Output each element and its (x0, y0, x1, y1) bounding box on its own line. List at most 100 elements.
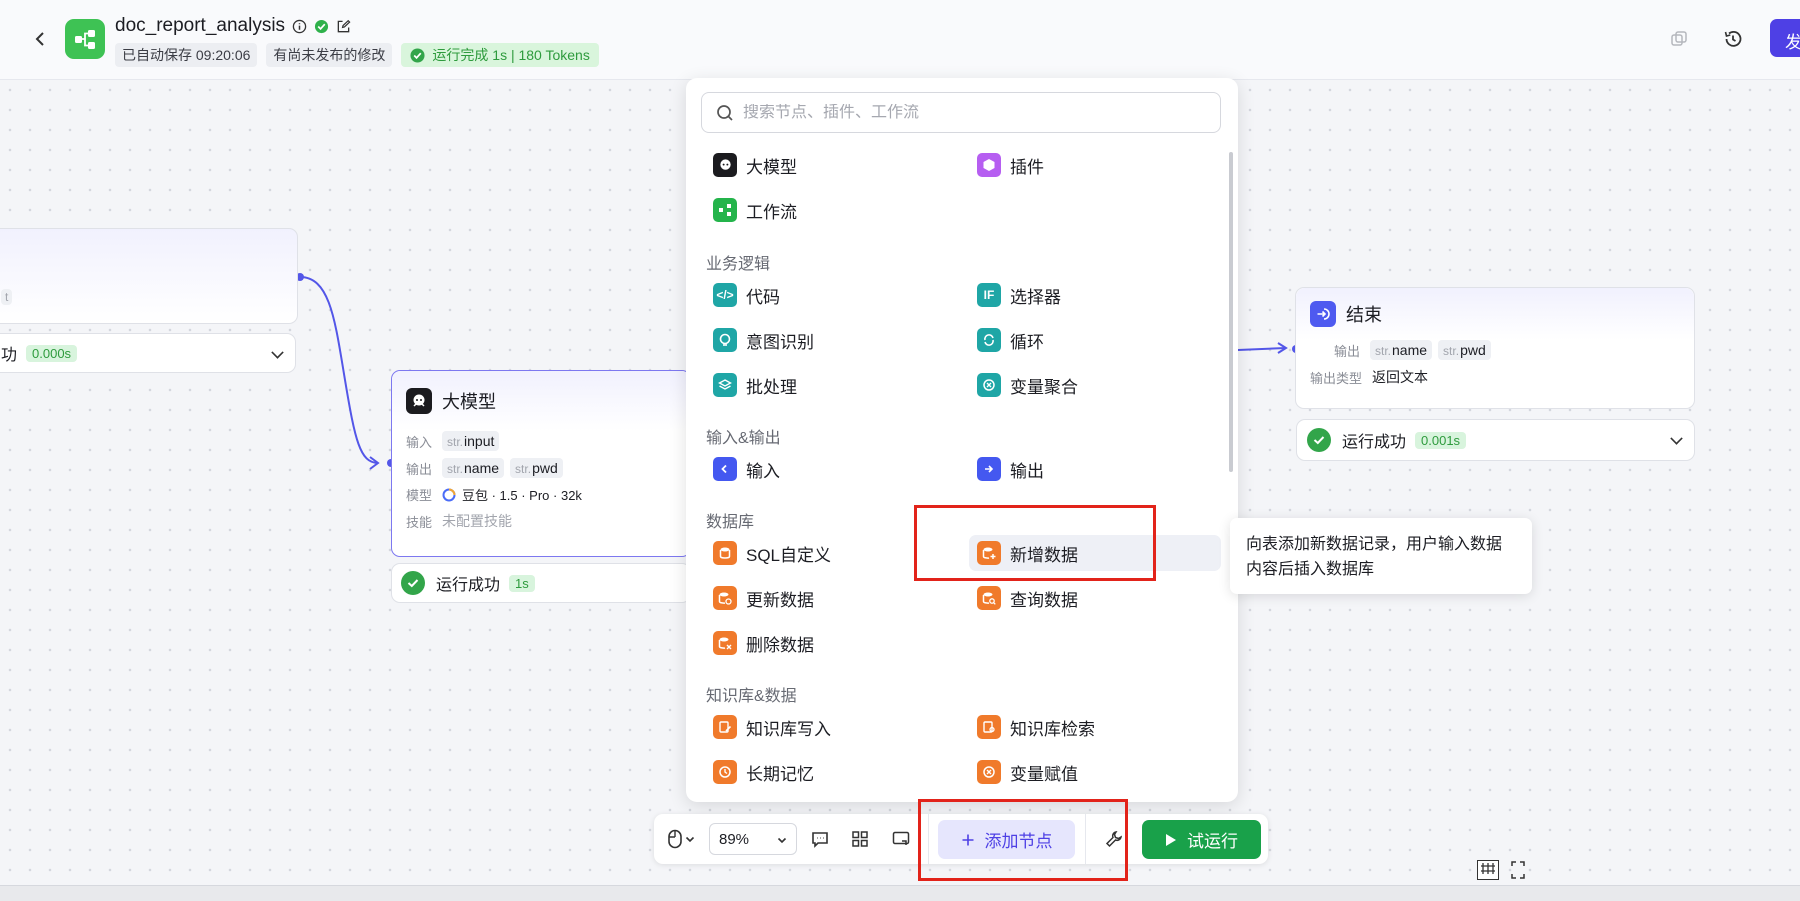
fullscreen-icon[interactable] (1510, 860, 1526, 880)
bottom-status-bar (0, 885, 1800, 901)
output-icon (977, 457, 1001, 481)
top-header: doc_report_analysis 已自动保存 09:20:06 有尚未发布… (0, 0, 1800, 80)
intent-icon (713, 328, 737, 352)
status-text: 运行成功 (436, 577, 501, 594)
section-database: 数据库 (706, 514, 755, 531)
variable-assign-icon (977, 760, 1001, 784)
node-item-input[interactable]: 输入 (705, 451, 957, 487)
workflow-icon (713, 198, 737, 222)
var-tag: t (1, 289, 13, 305)
llm-icon (713, 153, 737, 177)
test-run-button[interactable]: 试运行 (1142, 820, 1261, 859)
item-label: 循环 (1010, 332, 1044, 352)
output-type-label: 输出类型 (1310, 370, 1363, 386)
node-item-selector[interactable]: IF 选择器 (969, 277, 1221, 313)
var-tag: str.pwd (510, 458, 563, 478)
node-item-llm[interactable]: 大模型 (705, 147, 957, 183)
aggregate-icon (977, 373, 1001, 397)
node-item-query-data[interactable]: 查询数据 (969, 580, 1221, 616)
chevron-down-icon[interactable] (271, 346, 284, 359)
run-status-badge[interactable]: 运行完成 1s | 180 Tokens (401, 43, 599, 67)
node-item-loop[interactable]: 循环 (969, 322, 1221, 358)
llm-node[interactable]: 大模型 输入 str.input 输出 str.name str.pwd 模型 豆包 … (391, 370, 691, 557)
time-badge: 1s (509, 574, 535, 592)
output-label: 输出 (1333, 343, 1360, 359)
item-label: SQL自定义 (746, 545, 832, 565)
comment-icon[interactable] (809, 828, 831, 850)
publish-button[interactable]: 发 (1770, 19, 1800, 57)
chevron-left-icon[interactable] (30, 27, 50, 51)
check-circle-icon (1307, 428, 1331, 452)
search-input[interactable] (743, 103, 1183, 122)
knowledge-search-icon (977, 715, 1001, 739)
start-node-status[interactable]: 功 0.000s (0, 333, 296, 373)
minimap-icon[interactable] (890, 828, 912, 850)
node-item-kb-write[interactable]: 知识库写入 (705, 709, 957, 745)
edit-icon[interactable] (336, 19, 351, 34)
node-title: 大模型 (442, 392, 496, 412)
item-label: 删除数据 (746, 635, 814, 655)
node-item-output[interactable]: 输出 (969, 451, 1221, 487)
section-logic: 业务逻辑 (706, 256, 771, 273)
node-item-plugin[interactable]: 插件 (969, 147, 1221, 183)
model-label: 模型 (406, 488, 433, 503)
search-icon (717, 104, 733, 121)
end-icon (1310, 301, 1336, 327)
end-node-status[interactable]: 运行成功 0.001s (1296, 419, 1695, 461)
start-node[interactable]: t (0, 228, 298, 324)
skill-label: 技能 (406, 514, 433, 530)
time-badge: 0.001s (1415, 431, 1467, 449)
output-type-value: 返回文本 (1372, 369, 1428, 385)
item-label: 查询数据 (1010, 590, 1078, 610)
database-delete-icon (713, 631, 737, 655)
llm-node-status[interactable]: 运行成功 1s (391, 563, 691, 603)
node-item-var-assign[interactable]: 变量赋值 (969, 754, 1221, 790)
var-tag: str.name (442, 458, 505, 478)
item-label: 工作流 (746, 202, 797, 222)
info-icon[interactable] (292, 19, 307, 34)
node-title: 结束 (1346, 305, 1382, 325)
output-label: 输出 (406, 461, 433, 477)
history-icon[interactable] (1722, 28, 1744, 50)
node-item-batch[interactable]: 批处理 (705, 367, 957, 403)
item-label: 变量赋值 (1010, 764, 1078, 784)
node-item-update-data[interactable]: 更新数据 (705, 580, 957, 616)
node-item-workflow[interactable]: 工作流 (705, 192, 957, 228)
chevron-down-icon[interactable] (1670, 432, 1683, 445)
item-label: 意图识别 (746, 332, 814, 352)
node-item-var-aggregate[interactable]: 变量聚合 (969, 367, 1221, 403)
item-label: 输入 (746, 461, 780, 481)
node-item-delete-data[interactable]: 删除数据 (705, 625, 957, 661)
llm-icon (406, 388, 432, 414)
model-value: 豆包 · 1.5 · Pro · 32k (462, 488, 582, 503)
copy-icon[interactable] (1668, 28, 1690, 50)
workflow-logo-icon (65, 19, 105, 59)
node-item-long-memory[interactable]: 长期记忆 (705, 754, 957, 790)
panel-scrollbar[interactable] (1229, 152, 1233, 472)
database-update-icon (713, 586, 737, 610)
test-run-label: 试运行 (1187, 832, 1238, 851)
add-node-panel: 大模型 插件 工作流 业务逻辑 </>代码 IF选择器 意图识别 循环 批处理 … (686, 78, 1238, 802)
loop-icon (977, 328, 1001, 352)
item-label: 选择器 (1010, 287, 1061, 307)
node-item-intent[interactable]: 意图识别 (705, 322, 957, 358)
var-tag: str.pwd (1438, 340, 1491, 360)
knowledge-write-icon (713, 715, 737, 739)
node-item-kb-search[interactable]: 知识库检索 (969, 709, 1221, 745)
autosave-badge: 已自动保存 09:20:06 (115, 43, 258, 67)
layout-icon[interactable] (849, 828, 871, 850)
ime-icon[interactable] (1477, 860, 1499, 880)
item-label: 长期记忆 (746, 764, 814, 784)
check-circle-icon (410, 47, 425, 63)
if-icon: IF (977, 283, 1001, 307)
chevron-down-icon[interactable] (684, 828, 696, 850)
end-node[interactable]: 结束 输出 str.name str.pwd 输出类型 返回文本 (1295, 287, 1695, 409)
section-knowledge: 知识库&数据 (706, 688, 797, 705)
database-search-icon (977, 586, 1001, 610)
mouse-icon[interactable] (664, 828, 686, 850)
var-tag: str.input (442, 431, 500, 451)
node-item-code[interactable]: </> 代码 (705, 277, 957, 313)
item-label: 批处理 (746, 377, 797, 397)
zoom-select[interactable]: 89% (709, 823, 797, 855)
node-search-field[interactable] (701, 92, 1221, 133)
